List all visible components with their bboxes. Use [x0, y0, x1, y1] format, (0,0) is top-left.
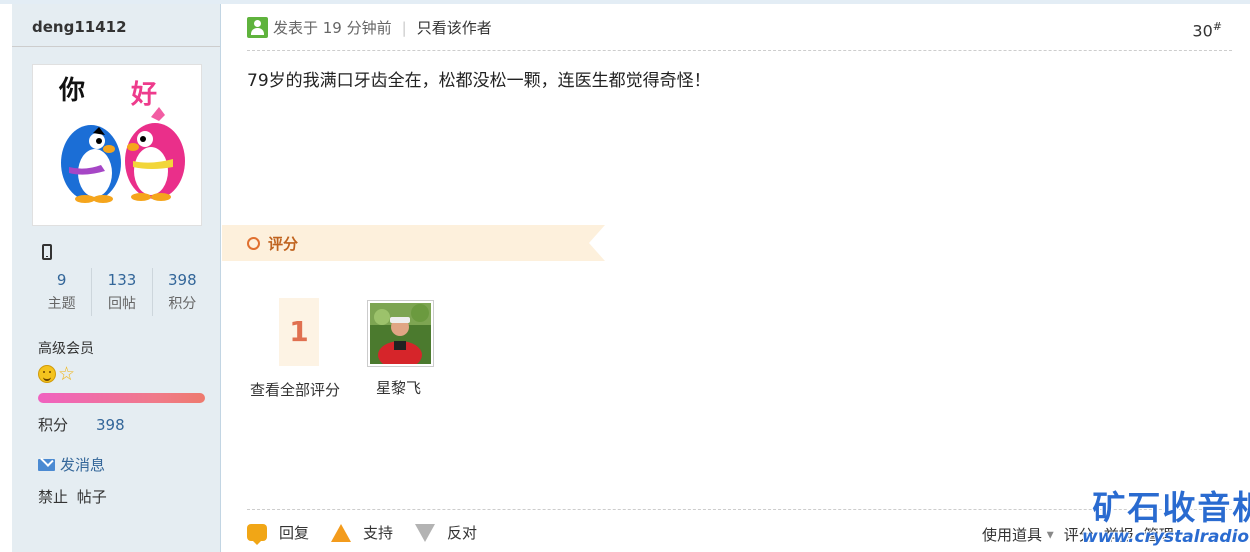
stat-value: 398 [168, 271, 197, 289]
post-actions: 回复 支持 反对 [247, 522, 499, 545]
arrow-up-icon [331, 523, 352, 542]
stat-label: 回帖 [107, 296, 136, 312]
points-label: 积分 [38, 416, 69, 434]
post-header: 发表于 19 分钟前 | 只看该作者 [247, 17, 492, 38]
ban-posts-link[interactable]: 禁止 帖子 [38, 486, 107, 507]
reply-button[interactable]: 回复 [247, 522, 310, 545]
reply-label: 回复 [279, 524, 310, 542]
avatar-text-hao: 好 [130, 80, 157, 110]
view-all-ratings-link[interactable]: 查看全部评分 [250, 379, 340, 400]
author-sidebar: deng11412 你 好 9 主题 133 回帖 398 积分 高级会员 ☆ … [12, 4, 221, 552]
watermark-url: www.crystalradio.cn [1082, 527, 1250, 547]
rater-avatar[interactable] [367, 300, 434, 369]
rater-photo-image [370, 303, 431, 369]
use-tools-menu[interactable]: 使用道具 ▼ [982, 524, 1054, 545]
author-avatar[interactable]: 你 好 [32, 64, 202, 226]
author-username[interactable]: deng11412 [32, 18, 127, 36]
level-badges: ☆ [38, 363, 76, 385]
caret-down-icon: ▼ [1046, 530, 1054, 541]
posted-time: 发表于 19 分钟前 [273, 19, 392, 37]
stat-label: 积分 [168, 296, 197, 312]
header-separator: | [401, 18, 407, 37]
rater-name[interactable]: 星黎飞 [376, 377, 421, 398]
points-row: 积分 398 [38, 414, 125, 435]
site-watermark: 矿石收音机 www.crystalradio.cn [1082, 488, 1250, 548]
floor-number[interactable]: 30# [1192, 20, 1222, 40]
stat-points[interactable]: 398 积分 [153, 268, 212, 316]
penguins-avatar-image: 你 好 [33, 65, 201, 225]
watermark-title: 矿石收音机 [1092, 488, 1250, 527]
send-message-label: 发消息 [60, 456, 106, 474]
member-level[interactable]: 高级会员 [38, 338, 94, 358]
points-value: 398 [96, 416, 125, 434]
send-message-link[interactable]: 发消息 [38, 454, 105, 475]
stat-value: 9 [56, 271, 67, 289]
support-label: 支持 [363, 524, 394, 542]
only-author-link[interactable]: 只看该作者 [417, 17, 492, 38]
star-icon: ☆ [58, 363, 76, 385]
oppose-label: 反对 [447, 524, 478, 542]
level-progress-bar [38, 393, 205, 403]
smiley-icon [38, 365, 56, 383]
reply-icon [247, 524, 267, 545]
post-content: 79岁的我满口牙齿全在，松都没松一颗，连医生都觉得奇怪！ [247, 71, 711, 91]
sidebar-divider [12, 46, 220, 47]
rating-score: 1 [279, 298, 319, 366]
author-stats: 9 主题 133 回帖 398 积分 [32, 268, 212, 316]
stat-threads[interactable]: 9 主题 [32, 268, 93, 316]
rating-section-label: 评分 [268, 235, 299, 253]
support-button[interactable]: 支持 [331, 522, 393, 543]
mobile-phone-icon [42, 244, 52, 260]
header-divider [247, 50, 1232, 51]
stat-label: 主题 [47, 296, 76, 312]
arrow-down-icon [415, 523, 436, 542]
online-user-icon [247, 17, 268, 38]
circle-icon [247, 237, 260, 250]
oppose-button[interactable]: 反对 [415, 522, 477, 543]
envelope-icon [38, 458, 55, 471]
stat-value: 133 [107, 271, 137, 289]
rating-banner: 评分 [222, 225, 605, 261]
stat-replies[interactable]: 133 回帖 [92, 268, 153, 316]
avatar-text-ni: 你 [58, 76, 85, 106]
